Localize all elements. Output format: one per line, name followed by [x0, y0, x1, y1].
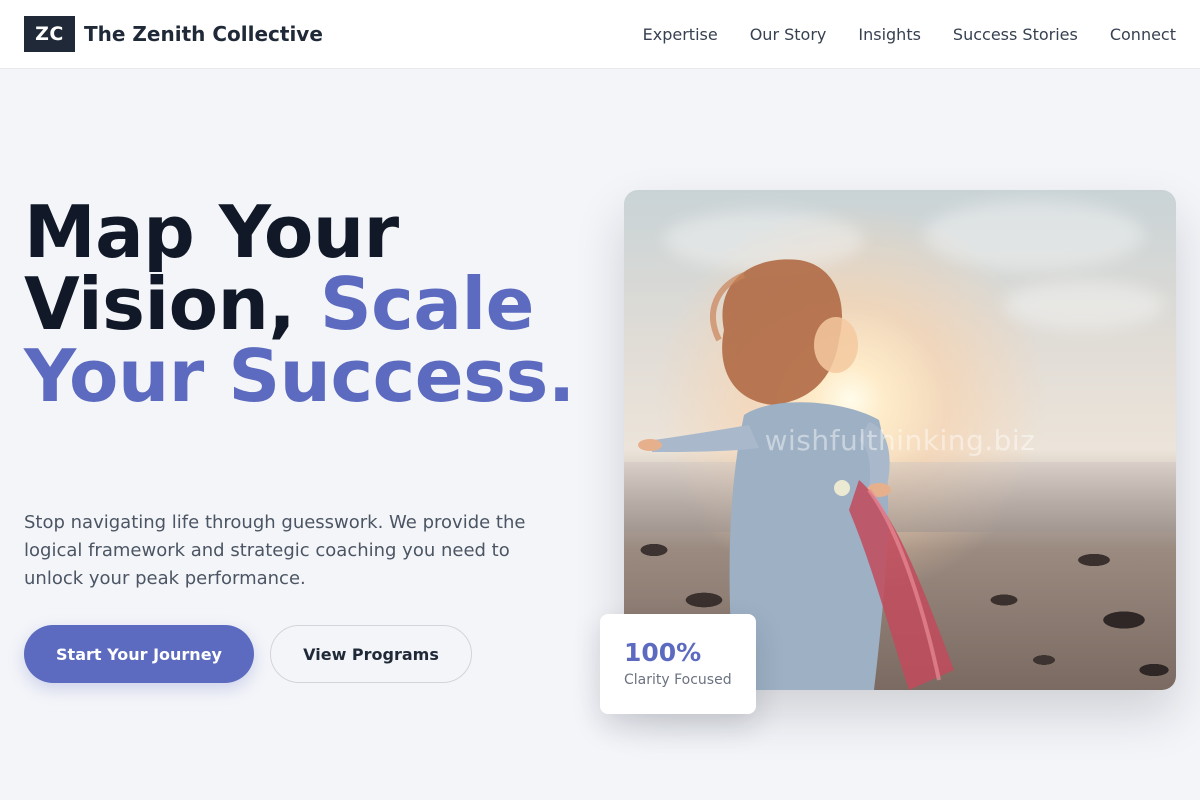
main-nav: Expertise Our Story Insights Success Sto… — [643, 25, 1176, 44]
nav-item-success-stories[interactable]: Success Stories — [953, 25, 1078, 44]
brand[interactable]: ZC The Zenith Collective — [24, 16, 323, 52]
nav-item-insights[interactable]: Insights — [858, 25, 921, 44]
start-journey-button[interactable]: Start Your Journey — [24, 625, 254, 683]
nav-item-connect[interactable]: Connect — [1110, 25, 1176, 44]
logo-mark: ZC — [24, 16, 75, 52]
brand-name: The Zenith Collective — [84, 22, 323, 46]
site-header: ZC The Zenith Collective Expertise Our S… — [0, 0, 1200, 69]
stat-card: 100% Clarity Focused — [600, 614, 756, 714]
stat-value: 100% — [624, 638, 702, 667]
nav-item-expertise[interactable]: Expertise — [643, 25, 718, 44]
stat-label: Clarity Focused — [624, 672, 732, 688]
image-watermark: wishfulthinking.biz — [764, 424, 1036, 457]
view-programs-button[interactable]: View Programs — [270, 625, 472, 683]
hero-title: Map Your Vision, Scale Your Success. — [24, 196, 584, 412]
hero-description: Stop navigating life through guesswork. … — [24, 512, 526, 589]
nav-item-our-story[interactable]: Our Story — [750, 25, 827, 44]
